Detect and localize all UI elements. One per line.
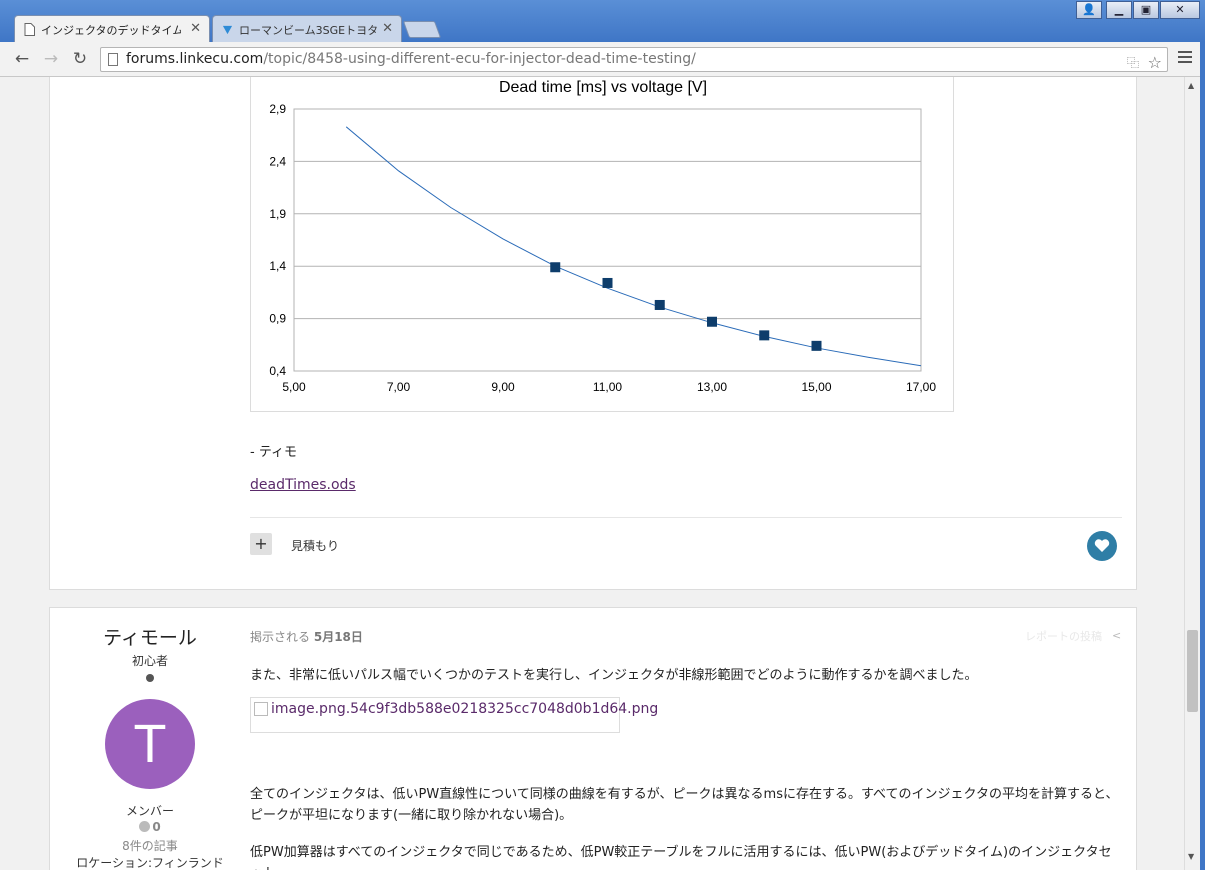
url-path: /topic/8458-using-different-ecu-for-inje… xyxy=(263,51,696,67)
scroll-up-icon[interactable]: ▲ xyxy=(1188,81,1194,90)
y-tick-label: 1,4 xyxy=(269,259,286,273)
dead-time-chart: Dead time [ms] vs voltage [V] 0,4 0,9 1,4 1… xyxy=(250,77,954,412)
back-arrow-icon[interactable]: ← xyxy=(11,49,33,69)
browser-toolbar: ← → ↻ forums.linkecu.com/topic/8458-usin… xyxy=(0,42,1205,77)
x-tick-label: 13,00 xyxy=(697,380,727,394)
x-tick-label: 17,00 xyxy=(906,380,936,394)
post-count: 8件の記事 xyxy=(122,839,178,853)
quote-button[interactable]: 見積もり xyxy=(291,537,339,554)
tab-toyota-3sge[interactable]: ローマンビーム3SGEトヨタカリブ ✕ xyxy=(212,15,402,42)
heart-icon xyxy=(1094,539,1110,552)
vertical-scrollbar[interactable]: ▲ ▼ xyxy=(1184,77,1200,870)
x-tick-label: 15,00 xyxy=(801,380,831,394)
user-icon[interactable]: 👤 xyxy=(1076,1,1102,19)
chart-plot: 0,4 0,9 1,4 1,9 2,4 2,9 5,00 7,00 9,00 11,00 13,00… xyxy=(269,102,936,394)
signature: - ティモ xyxy=(250,445,298,460)
y-tick-label: 0,9 xyxy=(269,312,286,326)
reputation-count: 0 xyxy=(152,820,161,834)
avatar[interactable]: T xyxy=(105,699,195,789)
y-tick-label: 2,4 xyxy=(269,154,286,168)
plot-frame xyxy=(293,108,922,372)
new-tab-button[interactable] xyxy=(402,21,442,38)
author-location: ロケーション:フィンランド xyxy=(76,856,224,870)
close-icon[interactable]: ✕ xyxy=(190,21,201,36)
maximize-button[interactable]: ▣ xyxy=(1133,1,1159,19)
post-paragraph: 全てのインジェクタは、低いPW直線性について同様の曲線を有するが、ピークは異なる… xyxy=(250,787,1119,823)
data-point xyxy=(707,316,717,327)
data-point xyxy=(811,340,822,351)
tab-title: ローマンビーム3SGEトヨタカリブ xyxy=(239,24,379,37)
reload-icon[interactable]: ↻ xyxy=(69,49,91,69)
post-paragraph: また、非常に低いパルス幅でいくつかのテストを実行し、インジェクタが非線形範囲でど… xyxy=(250,668,978,683)
browser-title-bar: インジェクタのデッドタイムテスト ✕ ローマンビーム3SGEトヨタカリブ ✕ 👤… xyxy=(0,0,1205,42)
data-point xyxy=(550,262,561,273)
menu-icon[interactable] xyxy=(1178,51,1192,66)
data-point xyxy=(654,299,665,310)
multiquote-button[interactable]: + xyxy=(250,533,272,555)
minimize-button[interactable]: ▁ xyxy=(1106,1,1132,19)
tab-dead-time-test[interactable]: インジェクタのデッドタイムテスト ✕ xyxy=(14,15,210,42)
rank-pip xyxy=(146,674,154,682)
reputation-icon xyxy=(139,821,151,832)
x-tick-label: 7,00 xyxy=(387,380,411,394)
author-name[interactable]: ティモール xyxy=(50,623,250,650)
posted-prefix: 掲示される xyxy=(250,630,311,644)
scroll-down-icon[interactable]: ▼ xyxy=(1188,852,1194,861)
trendline xyxy=(345,126,922,367)
attachment-link[interactable]: deadTimes.ods xyxy=(250,477,356,493)
y-tick-label: 1,9 xyxy=(269,207,286,221)
posted-date[interactable]: 5月18日 xyxy=(314,630,363,644)
author-rank: 初心者 xyxy=(131,654,168,668)
page-icon xyxy=(24,23,35,36)
y-tick-label: 2,9 xyxy=(269,102,286,116)
forum-post: Dead time [ms] vs voltage [V] 0,4 0,9 1,4 1… xyxy=(49,77,1137,590)
share-icon[interactable]: < xyxy=(1112,629,1121,642)
image-filename: image.png.54c9f3db588e0218325cc7048d0b1d… xyxy=(271,701,659,717)
divider xyxy=(250,517,1122,518)
x-tick-label: 5,00 xyxy=(282,380,306,394)
close-icon[interactable]: ✕ xyxy=(382,21,393,36)
like-button[interactable] xyxy=(1087,531,1117,561)
translate-icon[interactable]: ⿻ xyxy=(1127,52,1139,75)
reputation-badge: 0 xyxy=(50,820,250,834)
scroll-thumb[interactable] xyxy=(1187,630,1198,712)
post-date: 掲示される 5月18日 xyxy=(250,628,363,645)
forward-arrow-icon[interactable]: → xyxy=(40,49,62,69)
x-tick-label: 9,00 xyxy=(491,380,515,394)
window-border xyxy=(1200,42,1205,870)
broken-image[interactable]: image.png.54c9f3db588e0218325cc7048d0b1d… xyxy=(250,697,658,733)
forum-post: ティモール 初心者 T メンバー 0 8件の記事 ロケーション:フィンランド 掲… xyxy=(49,607,1137,870)
page-viewport: Dead time [ms] vs voltage [V] 0,4 0,9 1,4 1… xyxy=(0,77,1184,870)
tab-title: インジェクタのデッドタイムテスト xyxy=(41,24,181,37)
member-group: メンバー xyxy=(125,804,174,818)
broken-image-icon xyxy=(254,702,268,716)
close-window-button[interactable]: ✕ xyxy=(1160,1,1200,19)
url-host: forums.linkecu.com xyxy=(126,51,264,67)
y-tick-label: 0,4 xyxy=(269,364,286,378)
data-point xyxy=(759,330,770,341)
star-icon[interactable]: ☆ xyxy=(1148,51,1162,74)
x-tick-label: 11,00 xyxy=(593,380,622,394)
post-paragraph: 低PW加算器はすべてのインジェクタで同じであるため、低PW較正テーブルをフルに活… xyxy=(250,845,1112,870)
address-bar[interactable]: forums.linkecu.com/topic/8458-using-diff… xyxy=(100,47,1168,72)
favicon-icon xyxy=(222,25,233,35)
page-icon xyxy=(108,53,118,66)
data-point xyxy=(602,277,613,288)
report-link[interactable]: レポートの投稿 xyxy=(1025,628,1102,644)
